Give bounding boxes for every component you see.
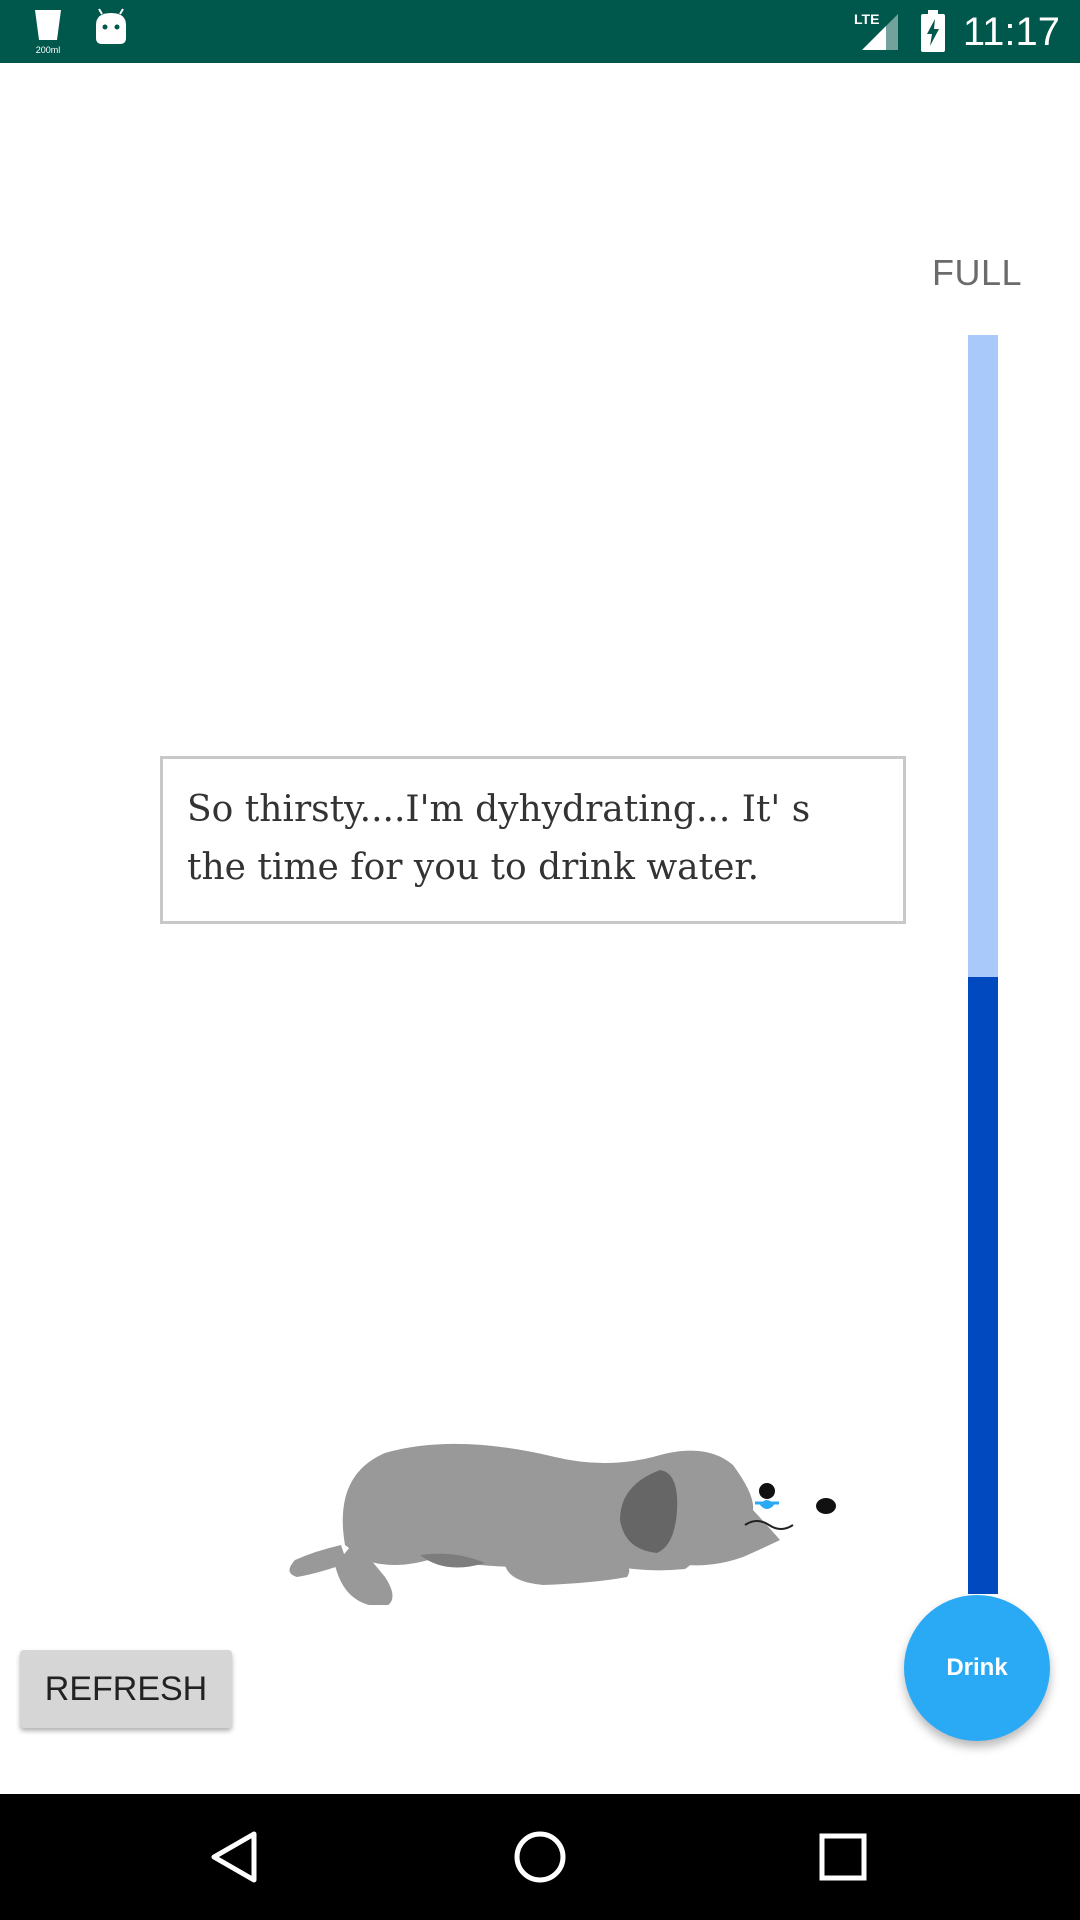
drink-button[interactable]: Drink bbox=[904, 1595, 1050, 1741]
refresh-button[interactable]: REFRESH bbox=[20, 1650, 232, 1728]
full-label: FULL bbox=[932, 252, 1023, 293]
cup-icon-caption: 200ml bbox=[36, 45, 61, 55]
sad-dog-icon bbox=[289, 1443, 836, 1605]
navigation-bar bbox=[0, 1794, 1080, 1920]
network-label: LTE bbox=[854, 11, 879, 27]
water-level-gauge bbox=[968, 335, 998, 1594]
clock: 11:17 bbox=[962, 10, 1060, 54]
back-icon[interactable] bbox=[190, 1812, 280, 1902]
battery-charging-icon bbox=[921, 10, 945, 52]
speech-text: So thirsty....I'm dyhydrating... It' s t… bbox=[187, 789, 811, 888]
android-icon bbox=[96, 8, 126, 44]
water-level-fill bbox=[968, 977, 998, 1594]
recents-icon[interactable] bbox=[798, 1812, 888, 1902]
lte-signal-icon: LTE bbox=[854, 11, 898, 50]
status-bar: 200ml LTE 11:17 bbox=[0, 0, 1080, 63]
home-icon[interactable] bbox=[495, 1812, 585, 1902]
speech-bubble: So thirsty....I'm dyhydrating... It' s t… bbox=[160, 756, 906, 924]
cup-icon: 200ml bbox=[35, 10, 61, 55]
